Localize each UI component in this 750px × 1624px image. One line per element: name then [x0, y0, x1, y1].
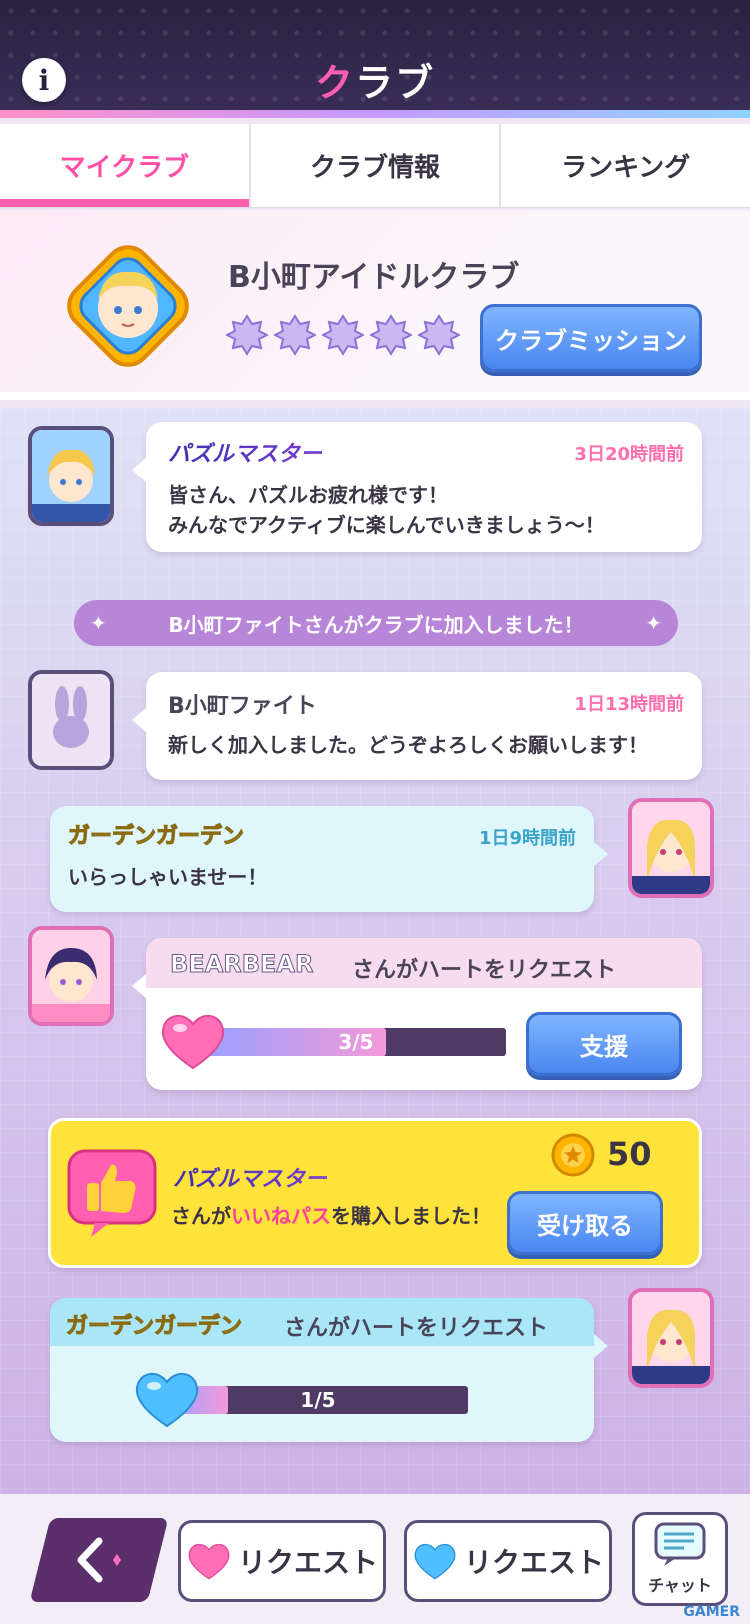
- message-line-2: みんなでアクティブに楽しんでいきましょう〜！: [168, 513, 605, 537]
- avatar-portrait-icon: [632, 1292, 710, 1384]
- avatar-garden-garden[interactable]: [628, 1288, 714, 1388]
- chat-button[interactable]: チャット: [632, 1512, 728, 1606]
- system-notice-text: B小町ファイトさんがクラブに加入しました！: [168, 612, 584, 637]
- progress-label: 3/5: [338, 1030, 374, 1054]
- back-button[interactable]: [29, 1518, 169, 1602]
- rabbit-placeholder-icon: [32, 674, 110, 766]
- request-blue-label: リクエスト: [463, 1546, 604, 1579]
- rank-star-icon: [226, 314, 268, 356]
- club-feed[interactable]: パズルマスター 3日20時間前 皆さん、パズルお疲れ様です！ みんなでアクティブ…: [0, 408, 750, 1494]
- message-author: B小町ファイト: [168, 694, 317, 719]
- purchase-author: パズルマスター: [173, 1161, 327, 1193]
- own-message-card: ガーデンガーデン 1日9時間前 いらっしゃいませー！: [50, 806, 608, 912]
- purchase-text-before: さんが: [171, 1204, 231, 1228]
- club-mission-button[interactable]: クラブミッション: [480, 304, 702, 372]
- rank-star-icon: [370, 314, 412, 356]
- tab-my-club[interactable]: マイクラブ: [0, 124, 251, 207]
- title-accent: ク: [314, 61, 355, 105]
- club-emblem-icon: [67, 245, 189, 367]
- pink-heart-icon: [161, 1015, 225, 1070]
- sparkle-icon: ✦: [645, 611, 662, 635]
- rank-star-icon: [418, 314, 460, 356]
- heart-progress-bar: 3/5: [206, 1028, 506, 1056]
- progress-label: 1/5: [300, 1388, 336, 1412]
- coin-amount: 50: [607, 1135, 652, 1173]
- blue-heart-icon: [414, 1543, 456, 1580]
- request-header: BEARBEAR さんがハートをリクエスト: [146, 938, 702, 988]
- title-rest: ラブ: [355, 61, 436, 105]
- request-pink-label: リクエスト: [237, 1546, 378, 1579]
- purchase-text-after: を購入しました！: [331, 1204, 491, 1228]
- back-arrow-icon: [77, 1537, 121, 1583]
- blue-heart-icon: [135, 1373, 199, 1428]
- system-join-notice: ✦ B小町ファイトさんがクラブに加入しました！ ✦: [74, 600, 678, 646]
- receive-button[interactable]: 受け取る: [507, 1191, 663, 1255]
- purchase-item-name: いいねパス: [231, 1204, 331, 1228]
- avatar-bearbear[interactable]: [28, 926, 114, 1026]
- club-summary: B小町アイドルクラブ クラブミッション: [0, 210, 750, 400]
- message-line-1: 皆さん、パズルお疲れ様です！: [168, 483, 448, 507]
- purchase-message: さんがいいねパスを購入しました！: [171, 1201, 491, 1231]
- club-name: B小町アイドルクラブ: [228, 260, 520, 295]
- support-button[interactable]: 支援: [526, 1012, 682, 1076]
- rank-star-icon: [274, 314, 316, 356]
- message-text: 新しく加入しました。どうぞよろしくお願いします！: [168, 733, 648, 757]
- requester-name: BEARBEAR: [169, 950, 314, 979]
- watermark: GAMER: [683, 1604, 740, 1620]
- message-text: いらっしゃいませー！: [68, 865, 268, 889]
- header-stripe: [0, 110, 750, 118]
- message-author: パズルマスター: [168, 436, 322, 468]
- sparkle-icon: ✦: [90, 611, 107, 635]
- message-time: 1日9時間前: [478, 828, 576, 849]
- request-pink-heart-button[interactable]: リクエスト: [178, 1520, 386, 1602]
- own-heart-request-card: ガーデンガーデン さんがハートをリクエスト 1/5: [50, 1298, 608, 1442]
- request-suffix: さんがハートをリクエスト: [352, 958, 617, 983]
- avatar-portrait-icon: [32, 430, 110, 522]
- bottom-action-bar: リクエスト リクエスト チャット GAMER: [0, 1494, 750, 1624]
- avatar-default[interactable]: [28, 670, 114, 770]
- message-time: 3日20時間前: [574, 444, 684, 465]
- like-pass-icon: [67, 1149, 157, 1237]
- tab-ranking[interactable]: ランキング: [501, 124, 750, 207]
- coin-icon: [551, 1133, 595, 1177]
- club-tabs: マイクラブ クラブ情報 ランキング: [0, 124, 750, 208]
- rank-star-icon: [322, 314, 364, 356]
- chat-bubble-icon: [654, 1522, 706, 1566]
- purchase-reward-card: パズルマスター さんがいいねパスを購入しました！ 50 受け取る: [48, 1118, 702, 1268]
- request-header: ガーデンガーデン さんがハートをリクエスト: [50, 1298, 594, 1346]
- avatar-portrait-icon: [632, 802, 710, 894]
- heart-progress-bar: 1/5: [168, 1386, 468, 1414]
- requester-name: ガーデンガーデン: [65, 1314, 243, 1340]
- page-title: クラブ: [0, 52, 750, 107]
- avatar-garden-garden[interactable]: [628, 798, 714, 898]
- app-header: i クラブ: [0, 0, 750, 118]
- avatar-portrait-icon: [32, 930, 110, 1022]
- pink-heart-icon: [188, 1543, 230, 1580]
- message-time: 1日13時間前: [574, 694, 684, 715]
- chat-label: チャット: [648, 1576, 712, 1595]
- message-author: ガーデンガーデン: [67, 824, 245, 850]
- chat-message-card: パズルマスター 3日20時間前 皆さん、パズルお疲れ様です！ みんなでアクティブ…: [132, 422, 702, 552]
- tab-club-info[interactable]: クラブ情報: [251, 124, 502, 207]
- request-blue-heart-button[interactable]: リクエスト: [404, 1520, 612, 1602]
- request-suffix: さんがハートをリクエスト: [284, 1316, 549, 1341]
- heart-request-card: BEARBEAR さんがハートをリクエスト 3/5 支援: [132, 938, 702, 1090]
- chat-message-card: B小町ファイト 1日13時間前 新しく加入しました。どうぞよろしくお願いします！: [132, 672, 702, 780]
- club-rank-stars: [226, 314, 460, 356]
- avatar-puzzle-master[interactable]: [28, 426, 114, 526]
